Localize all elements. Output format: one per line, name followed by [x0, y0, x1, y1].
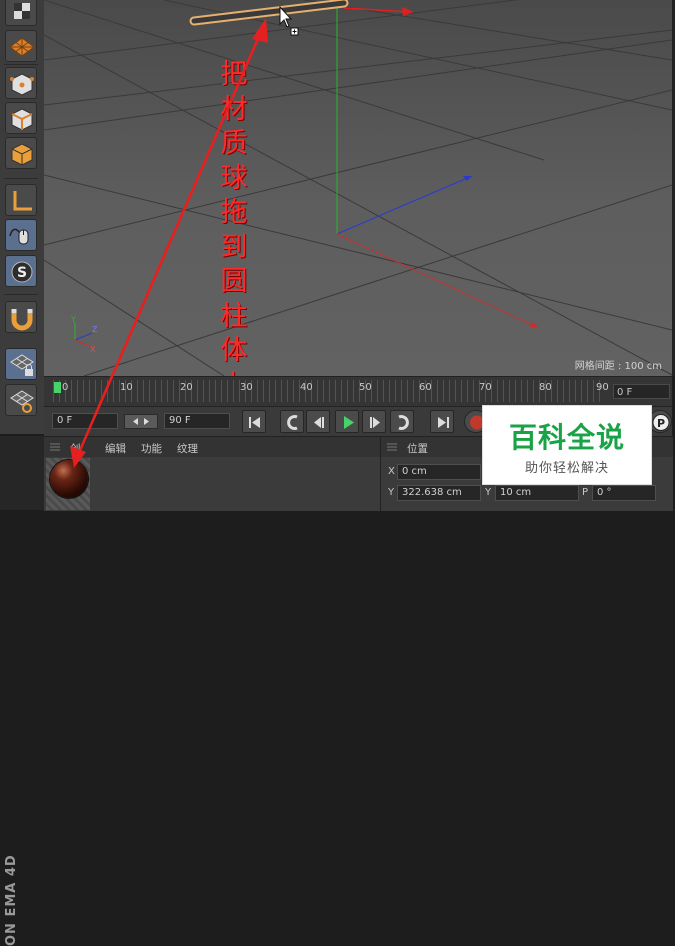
rotation-p-field[interactable]: 0 ° — [592, 485, 656, 501]
position-header: 位置 — [407, 443, 428, 455]
perspective-viewport[interactable]: Y Z X 网格间距 : 100 cm — [44, 0, 675, 376]
timeline-tick: 20 — [180, 382, 193, 393]
panel-grip-icon — [387, 443, 397, 451]
svg-text:P: P — [657, 417, 665, 430]
timeline-tick: 60 — [419, 382, 432, 393]
max-frame-field[interactable]: 90 F — [164, 413, 230, 429]
lock-workplane-icon[interactable] — [5, 348, 37, 380]
menu-edit[interactable]: 编辑 — [105, 441, 126, 456]
move-x-handle-icon[interactable] — [402, 7, 414, 16]
menu-create[interactable]: 创 — [70, 441, 81, 456]
previous-key-icon[interactable] — [280, 410, 304, 433]
material-manager: 创 编辑 功能 纹理 — [44, 436, 380, 511]
size-y-label: Y — [485, 487, 492, 498]
menu-texture[interactable]: 纹理 — [177, 441, 198, 456]
menu-function[interactable]: 功能 — [141, 441, 162, 456]
material-menubar: 创 编辑 功能 纹理 — [44, 437, 380, 457]
frame-range-slider[interactable] — [124, 414, 158, 429]
next-key-icon[interactable] — [390, 410, 414, 433]
timeline-ruler[interactable]: 0 10 20 30 40 50 60 70 80 90 — [53, 380, 609, 402]
axis-gizmo: Y Z X — [70, 315, 98, 354]
grid-icon[interactable] — [5, 384, 37, 416]
svg-text:Z: Z — [92, 325, 98, 334]
end-frame-field[interactable]: 0 F — [613, 384, 670, 399]
timeline-tick: 50 — [359, 382, 372, 393]
polygons-mode-icon[interactable] — [5, 137, 37, 169]
texture-mode-icon[interactable] — [5, 0, 37, 26]
svg-text:S: S — [17, 265, 27, 281]
svg-text:Y: Y — [70, 315, 76, 324]
timeline-tick: 0 — [62, 382, 69, 393]
y-label: Y — [388, 487, 395, 498]
timeline-tick: 90 — [596, 382, 609, 393]
go-to-end-icon[interactable] — [430, 410, 454, 433]
timeline-tick: 40 — [300, 382, 313, 393]
annotation-text: 把材质球拖到圆柱体上 — [220, 59, 248, 401]
panel-grip-icon — [50, 443, 60, 451]
edges-mode-icon[interactable] — [5, 102, 37, 134]
size-y-field[interactable]: 10 cm — [495, 485, 579, 501]
previous-frame-icon[interactable] — [306, 410, 330, 433]
timeline-tick: 30 — [240, 382, 253, 393]
x-label: X — [388, 466, 395, 477]
watermark-subtitle: 助你轻松解决 — [524, 461, 609, 476]
snap-icon[interactable]: S — [5, 255, 37, 287]
timeline-tick: 70 — [479, 382, 492, 393]
svg-text:X: X — [90, 345, 96, 354]
next-frame-icon[interactable] — [362, 410, 386, 433]
rotation-p-label: P — [582, 487, 589, 498]
brand-logo-text: ON EMA 4D — [4, 854, 19, 946]
workplane-icon[interactable] — [5, 30, 37, 62]
go-to-start-icon[interactable] — [242, 410, 266, 433]
viewport-grid: Y Z X — [44, 0, 672, 376]
position-x-field[interactable]: 0 cm — [397, 464, 481, 480]
tweak-mode-icon[interactable] — [5, 219, 37, 251]
brand-strip: ON EMA 4D — [0, 436, 44, 946]
axis-mode-icon[interactable] — [5, 184, 37, 216]
playhead-marker[interactable] — [54, 382, 61, 393]
timeline-tick: 10 — [120, 382, 133, 393]
points-mode-icon[interactable] — [5, 67, 37, 99]
grid-spacing-label: 网格间距 : 100 cm — [574, 361, 662, 372]
material-swatch[interactable] — [46, 458, 90, 510]
watermark: 百科全说 助你轻松解决 — [482, 405, 652, 485]
play-forward-icon[interactable] — [335, 410, 359, 433]
position-y-field[interactable]: 322.638 cm — [397, 485, 481, 501]
timeline-tick: 80 — [539, 382, 552, 393]
watermark-title: 百科全说 — [508, 421, 625, 454]
current-frame-field[interactable]: 0 F — [52, 413, 118, 429]
material-ball[interactable] — [50, 460, 88, 498]
left-toolbar: S — [0, 0, 45, 434]
timeline[interactable]: 0 10 20 30 40 50 60 70 80 90 0 F — [44, 376, 672, 407]
magnet-icon[interactable] — [5, 301, 37, 333]
